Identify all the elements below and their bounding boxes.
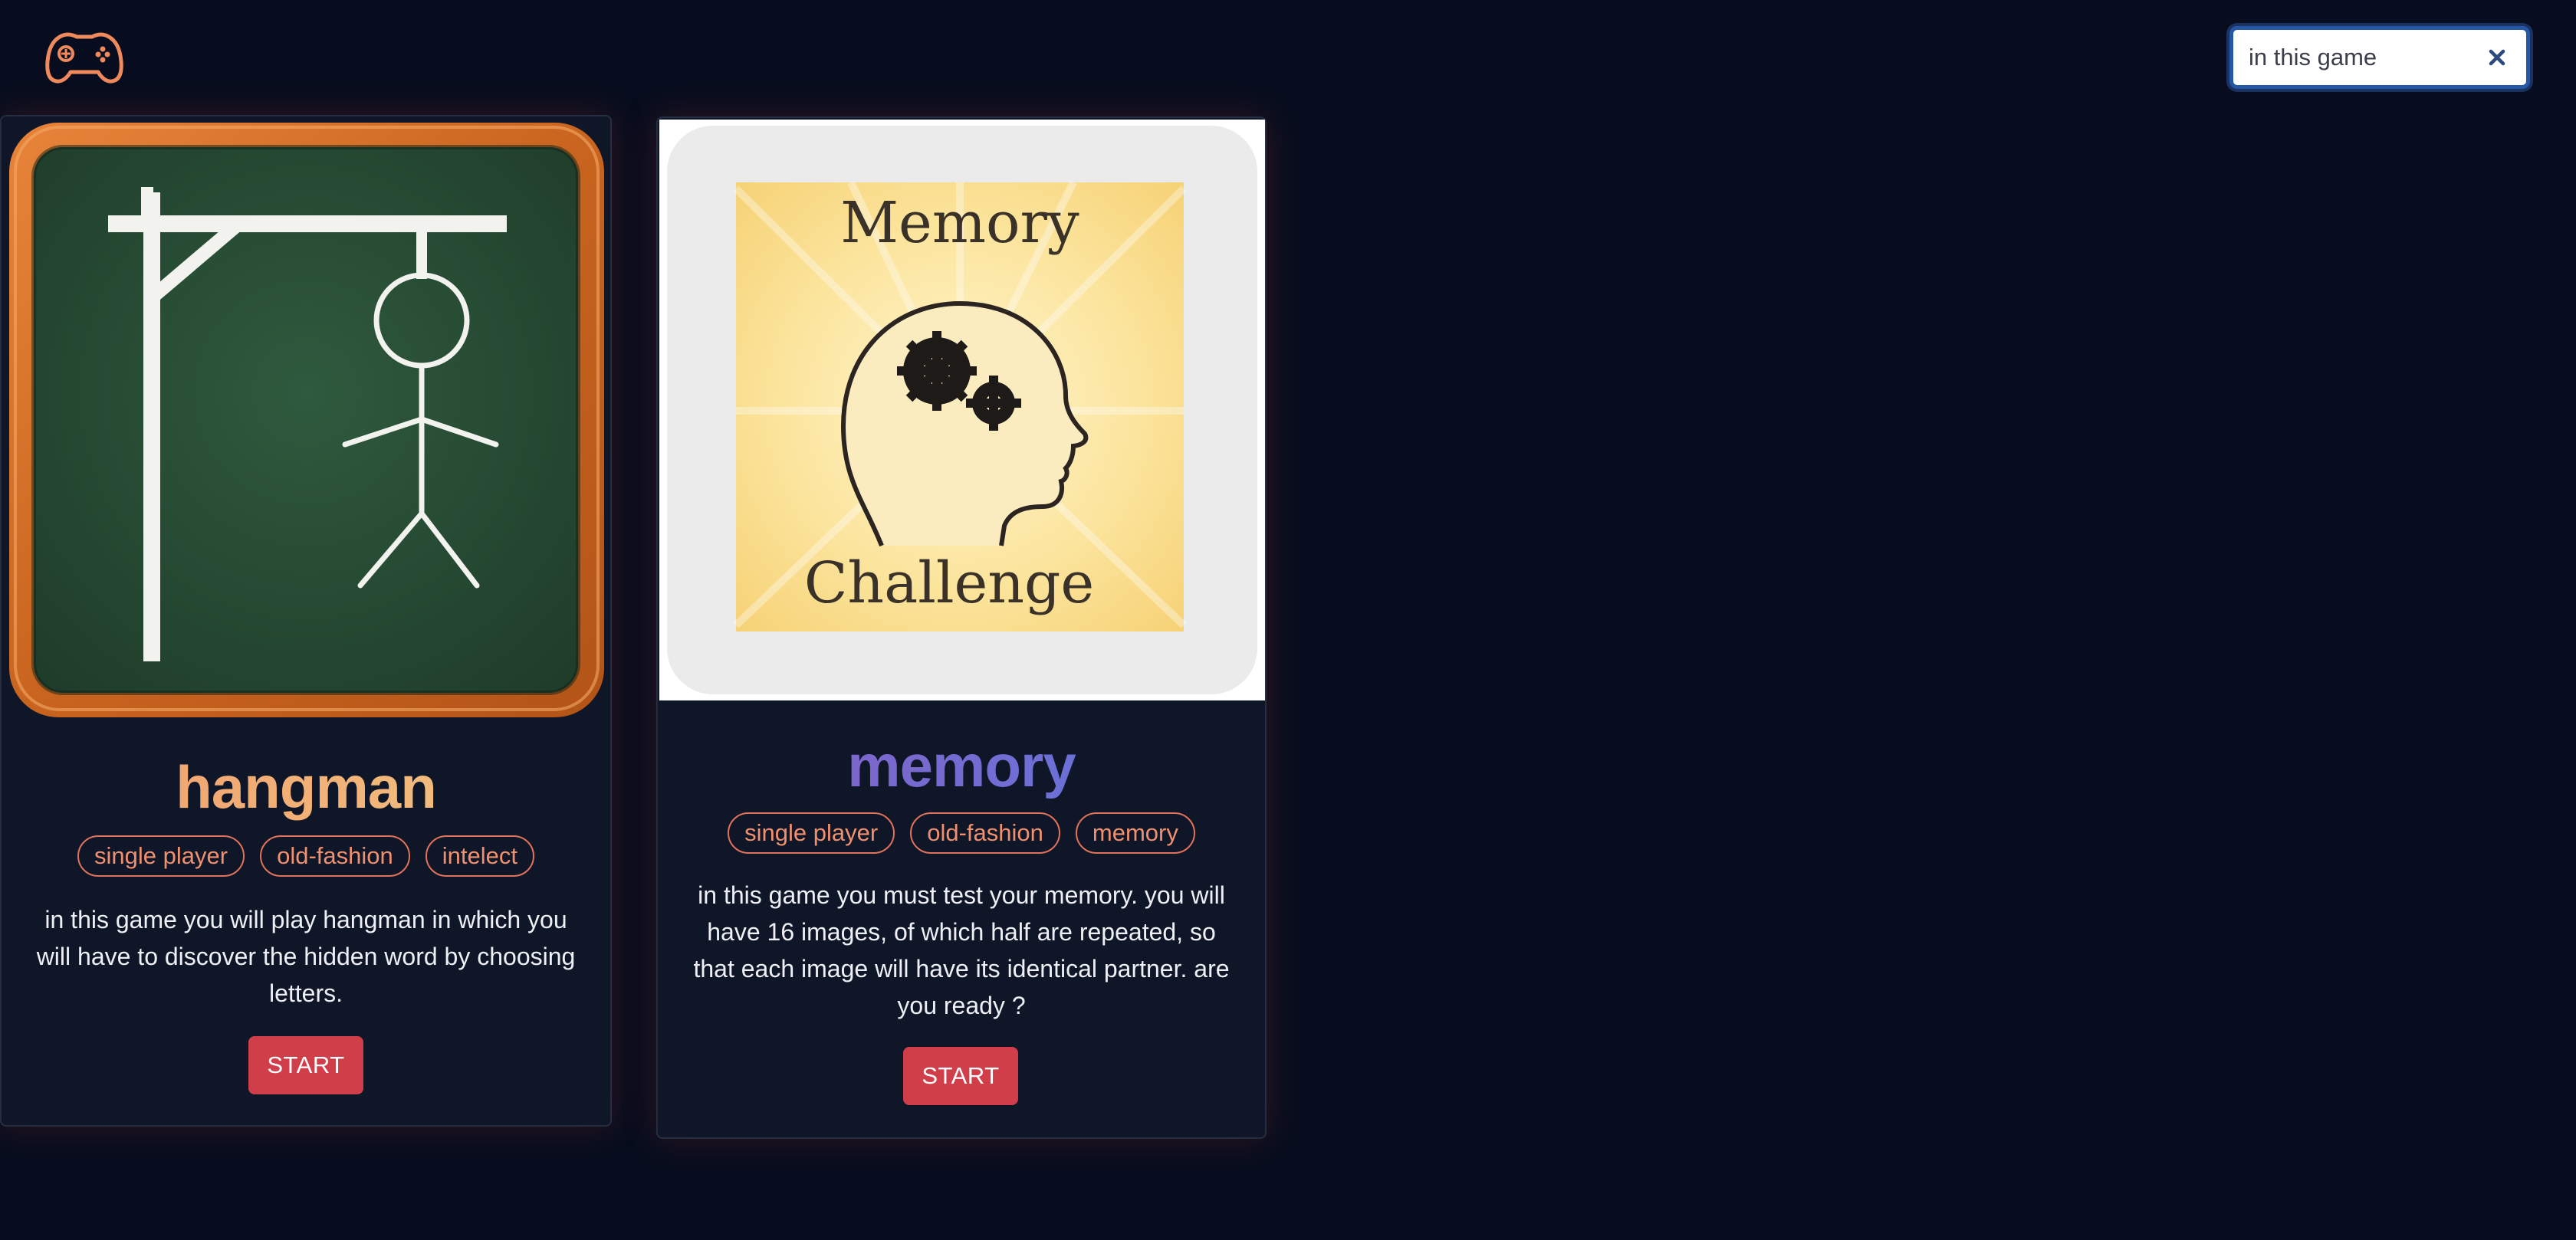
tag: old-fashion: [260, 835, 410, 877]
hangman-image: [2, 116, 613, 722]
tag: intelect: [425, 835, 534, 877]
card-title: memory: [658, 731, 1265, 800]
tag-list: single player old-fashion memory: [658, 812, 1265, 854]
close-icon[interactable]: [2483, 44, 2511, 71]
search-input[interactable]: [2249, 41, 2479, 74]
game-card-memory: Memory Challenge memory single player ol…: [656, 116, 1267, 1139]
tag: single player: [77, 835, 245, 877]
card-description: in this game you will play hangman in wh…: [36, 906, 576, 1007]
start-button-memory[interactable]: START: [903, 1047, 1018, 1105]
search-box[interactable]: [2229, 26, 2530, 89]
tag: memory: [1075, 812, 1195, 854]
memory-image-title: Memory: [840, 190, 1079, 256]
card-title: hangman: [2, 753, 610, 822]
card-description: in this game you must test your memory. …: [693, 881, 1230, 1019]
start-button-hangman[interactable]: START: [248, 1036, 363, 1094]
memory-image-subtitle: Challenge: [804, 550, 1094, 616]
tag: old-fashion: [910, 812, 1060, 854]
memory-image: Memory Challenge: [659, 120, 1265, 700]
game-card-hangman: hangman single player old-fashion intele…: [0, 115, 612, 1127]
gamepad-logo-icon[interactable]: [44, 29, 124, 84]
tag-list: single player old-fashion intelect: [2, 835, 610, 877]
tag: single player: [728, 812, 895, 854]
